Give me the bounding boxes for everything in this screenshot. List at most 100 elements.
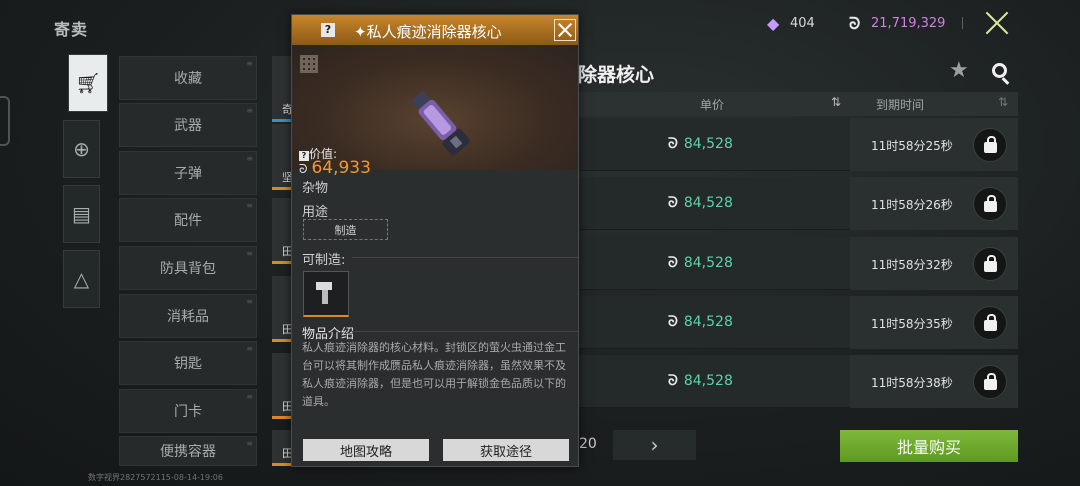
page-number: 20 xyxy=(579,436,597,452)
popup-header: ? ✦私人痕迹消除器核心 xyxy=(292,15,578,45)
cart-icon: 🛒︎ xyxy=(75,71,101,95)
category-item[interactable]: ≡ 门卡 xyxy=(119,389,257,433)
price-cell: ᘐ 84,528 xyxy=(668,373,733,389)
coin-icon: ᘐ xyxy=(668,195,678,211)
listing-header: 单价 ⇅ 到期时间 ⇅ xyxy=(578,92,1018,116)
side-handle[interactable] xyxy=(0,96,10,146)
category-item[interactable]: ≡ 钥匙 xyxy=(119,341,257,385)
expiry-value: 11时58分25秒 xyxy=(871,139,953,153)
category-item[interactable]: ≡ 收藏 xyxy=(119,56,257,100)
buy-button[interactable] xyxy=(973,306,1007,340)
close-icon[interactable] xyxy=(554,19,576,41)
search-icon[interactable] xyxy=(992,63,1007,78)
category-item[interactable]: ≡ 配件 xyxy=(119,198,257,242)
category-item[interactable]: ≡ 子弹 xyxy=(119,151,257,195)
help-icon[interactable]: ? xyxy=(321,23,335,37)
gun-icon xyxy=(316,282,332,304)
item-value-number: 64,933 xyxy=(311,158,371,178)
listing-row[interactable]: ᘐ 84,528 11时58分38秒 xyxy=(578,355,1018,408)
shopping-bag-icon xyxy=(983,135,997,153)
buy-button[interactable] xyxy=(973,247,1007,281)
close-icon[interactable] xyxy=(984,10,1010,36)
buy-button[interactable] xyxy=(973,187,1007,221)
listing-row[interactable]: ᘐ 84,528 11时58分25秒 xyxy=(578,118,1018,171)
coin-icon: ᘐ xyxy=(668,373,678,389)
category-label: 配件 xyxy=(174,213,202,229)
item-value: ᘐ 64,933 xyxy=(299,158,371,178)
map-guide-button[interactable]: 地图攻略 xyxy=(303,439,429,461)
tab-clipboard[interactable]: ▤ xyxy=(63,185,100,243)
category-label: 收藏 xyxy=(174,71,202,87)
grip-icon: ≡ xyxy=(246,249,253,258)
craftable-item-slot[interactable] xyxy=(303,271,349,317)
bulk-buy-button[interactable]: 批量购买 xyxy=(840,430,1018,462)
category-label: 钥匙 xyxy=(174,356,202,372)
price-header[interactable]: 单价 xyxy=(700,96,724,113)
use-tag[interactable]: 制造 xyxy=(303,219,388,240)
coin-icon: ᘐ xyxy=(668,314,678,330)
obtain-source-button[interactable]: 获取途径 xyxy=(443,439,569,461)
price-value: 84,528 xyxy=(683,195,733,211)
grid-icon xyxy=(300,55,318,73)
grip-icon: ≡ xyxy=(246,344,253,353)
sort-icon[interactable]: ⇅ xyxy=(831,95,841,109)
expiry-value: 11时58分38秒 xyxy=(871,376,953,390)
grip-icon: ≡ xyxy=(246,392,253,401)
category-item[interactable]: ≡ 消耗品 xyxy=(119,294,257,338)
category-item[interactable]: ≡ 便携容器 xyxy=(119,436,257,466)
category-item[interactable]: ≡ 防具背包 xyxy=(119,246,257,290)
page-title: 寄卖 xyxy=(54,20,89,39)
category-label: 门卡 xyxy=(174,404,202,420)
divider xyxy=(352,257,578,258)
popup-title: ✦私人痕迹消除器核心 xyxy=(354,23,502,41)
triangle-logo-icon: △ xyxy=(73,267,90,291)
price-cell: ᘐ 84,528 xyxy=(668,255,733,271)
price-value: 84,528 xyxy=(683,136,733,152)
sort-icon[interactable]: ⇅ xyxy=(998,95,1008,109)
tab-cart[interactable]: 🛒︎ xyxy=(68,54,108,112)
item-type: 杂物 xyxy=(302,181,329,196)
grip-icon: ≡ xyxy=(246,154,253,163)
item-image xyxy=(411,91,470,156)
chevron-right-icon: › xyxy=(650,433,659,457)
listing-row[interactable]: ᘐ 84,528 11时58分35秒 xyxy=(578,296,1018,349)
grip-icon: ≡ xyxy=(246,59,253,68)
buy-button[interactable] xyxy=(973,128,1007,162)
next-page-button[interactable]: › xyxy=(613,430,696,460)
listing-title: 除器核心 xyxy=(578,64,655,86)
use-label: 用途 xyxy=(302,205,329,220)
category-label: 防具背包 xyxy=(160,261,216,277)
shopping-bag-icon xyxy=(983,194,997,212)
divider xyxy=(962,17,963,29)
coin-icon: ᘐ xyxy=(849,14,861,33)
grip-icon: ≡ xyxy=(246,439,253,448)
coin-count: 21,719,329 xyxy=(871,16,946,31)
grip-icon: ≡ xyxy=(246,201,253,210)
item-artwork: ? 价值: ᘐ 64,933 xyxy=(292,45,578,178)
expiry-header[interactable]: 到期时间 xyxy=(876,96,924,113)
craftable-label: 可制造: xyxy=(302,253,346,268)
listing-row[interactable]: ᘐ 84,528 11时58分32秒 xyxy=(578,237,1018,290)
coin-icon: ᘐ xyxy=(668,255,678,271)
buy-button[interactable] xyxy=(973,365,1007,399)
clipboard-icon: ▤ xyxy=(72,202,91,226)
category-item[interactable]: ≡ 武器 xyxy=(119,103,257,147)
star-icon[interactable]: ★ xyxy=(949,58,969,83)
price-cell: ᘐ 84,528 xyxy=(668,136,733,152)
expiry-value: 11时58分26秒 xyxy=(871,198,953,212)
divider xyxy=(352,331,578,332)
tab-triangle[interactable]: △ xyxy=(63,250,100,308)
price-value: 84,528 xyxy=(683,255,733,271)
category-label: 子弹 xyxy=(174,166,202,182)
expiry-value: 11时58分35秒 xyxy=(871,317,953,331)
item-description: 私人痕迹消除器的核心材料。封锁区的萤火虫通过金工台可以将其制作成赝品私人痕迹消除… xyxy=(302,341,566,408)
price-cell: ᘐ 84,528 xyxy=(668,195,733,211)
listing-row[interactable]: ᘐ 84,528 11时58分26秒 xyxy=(578,177,1018,230)
shopping-bag-icon xyxy=(983,313,997,331)
coin-icon: ᘐ xyxy=(299,162,308,176)
tab-cart-add[interactable]: ⊕ xyxy=(63,120,100,178)
category-label: 消耗品 xyxy=(167,309,209,325)
diamond-icon: ◆ xyxy=(767,14,780,33)
price-cell: ᘐ 84,528 xyxy=(668,314,733,330)
price-value: 84,528 xyxy=(683,314,733,330)
